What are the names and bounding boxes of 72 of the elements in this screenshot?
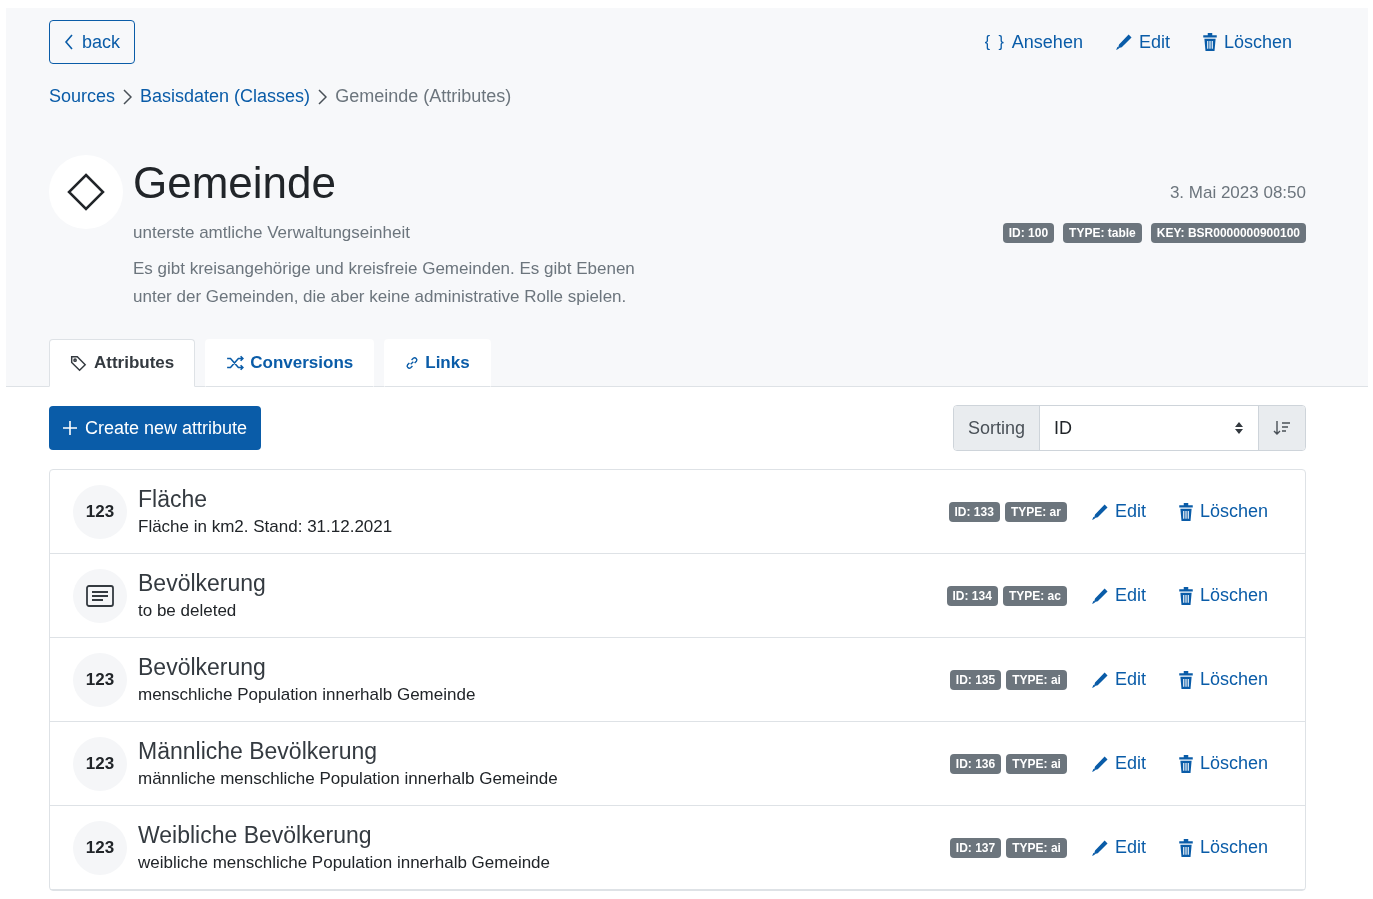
- delete-link[interactable]: Löschen: [1177, 501, 1268, 523]
- info-badge: ID: 136: [949, 753, 1002, 774]
- chevron-left-icon: [64, 34, 74, 50]
- attribute-name: Bevölkerung: [138, 654, 267, 682]
- info-badge: TYPE: ai: [1006, 837, 1067, 858]
- create-button[interactable]: Create new attribute: [49, 406, 262, 451]
- attribute-description: Fläche in km2. Stand: 31.12.2021: [138, 517, 394, 538]
- trash-icon: [1177, 838, 1194, 857]
- shuffle-icon: [226, 355, 245, 372]
- edit-link[interactable]: Edit: [1090, 753, 1146, 775]
- delete-link[interactable]: Löschen: [1177, 837, 1268, 859]
- current-page-label: Gemeinde (Attributes): [335, 86, 512, 107]
- plus-icon: [63, 421, 77, 436]
- info-badge: ID: 135: [949, 669, 1002, 690]
- number-type-icon: 123: [73, 484, 127, 539]
- timestamp: 3. Mai 2023 08:50: [1169, 183, 1306, 203]
- number-type-icon: 123: [73, 820, 127, 875]
- delete-link[interactable]: Löschen: [1177, 753, 1268, 775]
- pencil-icon: [1090, 670, 1109, 689]
- info-badge: TYPE: table: [1063, 223, 1142, 243]
- edit-link[interactable]: Edit: [1090, 669, 1146, 691]
- trash-icon: [1177, 754, 1194, 773]
- attribute-description: weibliche menschliche Population innerhalb Gemeinde: [138, 853, 552, 874]
- trash-icon: [1177, 502, 1194, 521]
- trash-icon: [1201, 33, 1218, 51]
- chevron-icon: [318, 88, 328, 105]
- number-type-icon: 123: [73, 736, 127, 791]
- view-link[interactable]: { } Ansehen: [984, 31, 1083, 53]
- edit-link[interactable]: Edit: [1090, 837, 1146, 859]
- back-button[interactable]: back: [49, 20, 136, 64]
- edit-link[interactable]: Edit: [1114, 31, 1170, 53]
- info-badge: TYPE: ai: [1006, 669, 1067, 690]
- breadcrumb-link[interactable]: Basisdaten (Classes): [140, 86, 311, 107]
- attribute-name: Männliche Bevölkerung: [138, 738, 379, 766]
- info-badge: TYPE: ac: [1002, 585, 1067, 606]
- link-icon: [405, 356, 420, 371]
- page-title: Gemeinde: [133, 159, 337, 208]
- attribute-name: Bevölkerung: [138, 570, 267, 598]
- description: Es gibt kreisangehörige und kreisfreie Gemeinden. Es gibt Ebenen unter der Gemeinden, die aber keine administrative Rolle spielen.: [133, 258, 636, 309]
- number-type-icon: 123: [73, 652, 127, 707]
- info-badge: TYPE: ar: [1004, 501, 1067, 522]
- chevron-icon: [123, 88, 133, 105]
- pencil-icon: [1090, 502, 1109, 521]
- tab[interactable]: Attributes: [49, 339, 196, 388]
- pencil-icon: [1090, 754, 1109, 773]
- edit-link[interactable]: Edit: [1090, 501, 1146, 523]
- info-badge: TYPE: ai: [1006, 753, 1067, 774]
- info-badge: ID: 133: [948, 501, 1000, 522]
- attribute-description: to be deleted: [138, 601, 238, 622]
- attribute-name: Fläche: [138, 486, 209, 514]
- info-badge: ID: 100: [1002, 223, 1055, 243]
- braces-icon: { }: [984, 33, 1006, 51]
- delete-link[interactable]: Löschen: [1177, 669, 1268, 691]
- tag-icon: [70, 354, 88, 373]
- tab[interactable]: Links: [384, 339, 491, 388]
- trash-icon: [1177, 670, 1194, 689]
- pencil-icon: [1090, 586, 1109, 605]
- attribute-description: menschliche Population innerhalb Gemeinde: [138, 685, 477, 706]
- breadcrumb-link[interactable]: Sources: [49, 86, 116, 107]
- subtitle: unterste amtliche Verwaltungseinheit: [133, 223, 411, 244]
- trash-icon: [1177, 586, 1194, 605]
- delete-link[interactable]: Löschen: [1201, 31, 1292, 53]
- tab[interactable]: Conversions: [205, 339, 375, 388]
- pencil-icon: [1090, 838, 1109, 857]
- pencil-icon: [1114, 33, 1133, 51]
- info-badge: ID: 137: [949, 837, 1002, 858]
- info-badge: KEY: BSR0000000900100: [1150, 223, 1306, 243]
- edit-link[interactable]: Edit: [1090, 585, 1146, 607]
- attribute-description: männliche menschliche Population innerhalb Gemeinde: [138, 769, 559, 790]
- delete-link[interactable]: Löschen: [1177, 585, 1268, 607]
- attribute-name: Weibliche Bevölkerung: [138, 822, 373, 850]
- info-badge: ID: 134: [946, 585, 998, 606]
